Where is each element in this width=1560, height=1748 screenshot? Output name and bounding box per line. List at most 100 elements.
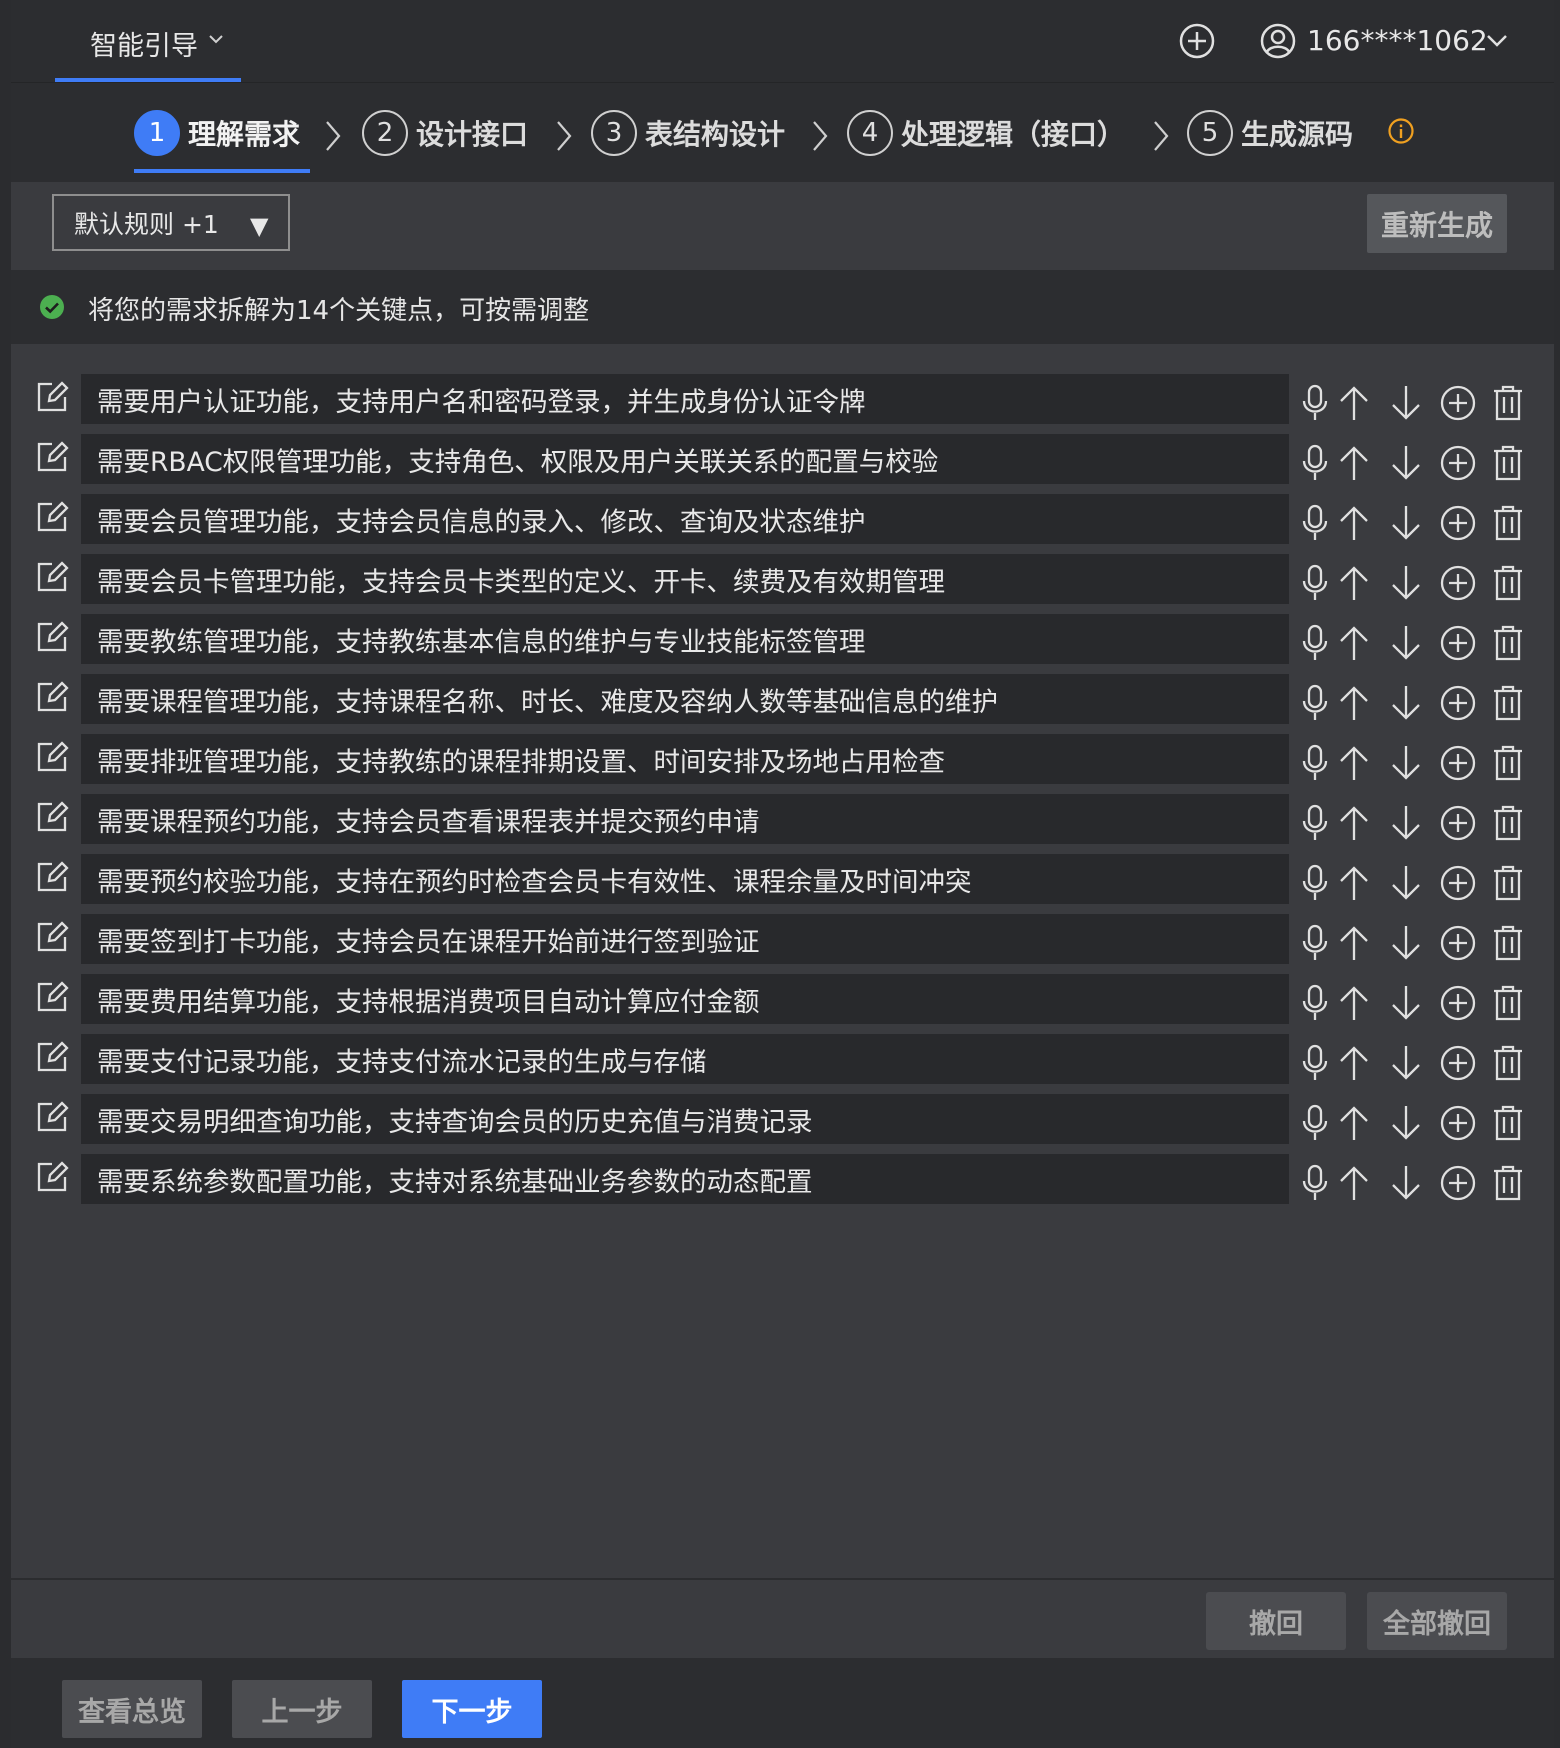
microphone-icon[interactable] bbox=[1300, 1164, 1330, 1206]
next-step-button[interactable]: 下一步 bbox=[402, 1680, 542, 1738]
add-circle-icon[interactable] bbox=[1439, 1044, 1477, 1086]
microphone-icon[interactable] bbox=[1300, 684, 1330, 726]
trash-icon[interactable] bbox=[1492, 864, 1524, 906]
microphone-icon[interactable] bbox=[1300, 804, 1330, 846]
requirement-text-box[interactable]: 需要RBAC权限管理功能，支持角色、权限及用户关联关系的配置与校验 bbox=[81, 434, 1289, 484]
requirement-text-box[interactable]: 需要会员管理功能，支持会员信息的录入、修改、查询及状态维护 bbox=[81, 494, 1289, 544]
step-3[interactable]: 3 表结构设计 bbox=[591, 105, 785, 161]
arrow-up-icon[interactable] bbox=[1336, 984, 1372, 1026]
regenerate-button[interactable]: 重新生成 bbox=[1367, 194, 1507, 253]
add-circle-icon[interactable] bbox=[1439, 804, 1477, 846]
add-circle-icon[interactable] bbox=[1439, 1164, 1477, 1206]
arrow-down-icon[interactable] bbox=[1388, 684, 1424, 726]
arrow-down-icon[interactable] bbox=[1388, 1104, 1424, 1146]
add-circle-icon[interactable] bbox=[1439, 444, 1477, 486]
trash-icon[interactable] bbox=[1492, 984, 1524, 1026]
microphone-icon[interactable] bbox=[1300, 864, 1330, 906]
requirement-text-box[interactable]: 需要排班管理功能，支持教练的课程排期设置、时间安排及场地占用检查 bbox=[81, 734, 1289, 784]
arrow-down-icon[interactable] bbox=[1388, 564, 1424, 606]
add-circle-icon[interactable] bbox=[1439, 744, 1477, 786]
trash-icon[interactable] bbox=[1492, 1164, 1524, 1206]
edit-icon[interactable] bbox=[35, 920, 69, 958]
arrow-up-icon[interactable] bbox=[1336, 564, 1372, 606]
requirement-text-box[interactable]: 需要教练管理功能，支持教练基本信息的维护与专业技能标签管理 bbox=[81, 614, 1289, 664]
edit-icon[interactable] bbox=[35, 500, 69, 538]
edit-icon[interactable] bbox=[35, 620, 69, 658]
arrow-up-icon[interactable] bbox=[1336, 864, 1372, 906]
arrow-down-icon[interactable] bbox=[1388, 864, 1424, 906]
undo-button[interactable]: 撤回 bbox=[1206, 1592, 1346, 1650]
trash-icon[interactable] bbox=[1492, 384, 1524, 426]
microphone-icon[interactable] bbox=[1300, 744, 1330, 786]
arrow-down-icon[interactable] bbox=[1388, 984, 1424, 1026]
user-name[interactable]: 166****1062 bbox=[1307, 24, 1488, 57]
add-circle-icon[interactable] bbox=[1439, 864, 1477, 906]
edit-icon[interactable] bbox=[35, 1160, 69, 1198]
requirement-text-box[interactable]: 需要签到打卡功能，支持会员在课程开始前进行签到验证 bbox=[81, 914, 1289, 964]
arrow-up-icon[interactable] bbox=[1336, 624, 1372, 666]
rule-select[interactable]: 默认规则 +1 ▼ bbox=[52, 194, 290, 251]
microphone-icon[interactable] bbox=[1300, 564, 1330, 606]
step-1[interactable]: 1 理解需求 bbox=[134, 105, 300, 161]
add-circle-icon[interactable] bbox=[1439, 564, 1477, 606]
arrow-up-icon[interactable] bbox=[1336, 384, 1372, 426]
arrow-up-icon[interactable] bbox=[1336, 1104, 1372, 1146]
requirement-text-box[interactable]: 需要课程预约功能，支持会员查看课程表并提交预约申请 bbox=[81, 794, 1289, 844]
edit-icon[interactable] bbox=[35, 680, 69, 718]
edit-icon[interactable] bbox=[35, 740, 69, 778]
add-circle-icon[interactable] bbox=[1439, 624, 1477, 666]
prev-step-button[interactable]: 上一步 bbox=[232, 1680, 372, 1738]
arrow-up-icon[interactable] bbox=[1336, 804, 1372, 846]
edit-icon[interactable] bbox=[35, 1100, 69, 1138]
requirement-text-box[interactable]: 需要系统参数配置功能，支持对系统基础业务参数的动态配置 bbox=[81, 1154, 1289, 1204]
trash-icon[interactable] bbox=[1492, 744, 1524, 786]
trash-icon[interactable] bbox=[1492, 444, 1524, 486]
edit-icon[interactable] bbox=[35, 380, 69, 418]
edit-icon[interactable] bbox=[35, 800, 69, 838]
arrow-down-icon[interactable] bbox=[1388, 924, 1424, 966]
microphone-icon[interactable] bbox=[1300, 444, 1330, 486]
trash-icon[interactable] bbox=[1492, 1104, 1524, 1146]
trash-icon[interactable] bbox=[1492, 684, 1524, 726]
edit-icon[interactable] bbox=[35, 1040, 69, 1078]
trash-icon[interactable] bbox=[1492, 504, 1524, 546]
edit-icon[interactable] bbox=[35, 440, 69, 478]
trash-icon[interactable] bbox=[1492, 924, 1524, 966]
requirement-text-box[interactable]: 需要会员卡管理功能，支持会员卡类型的定义、开卡、续费及有效期管理 bbox=[81, 554, 1289, 604]
chevron-down-icon[interactable] bbox=[1484, 28, 1510, 54]
arrow-down-icon[interactable] bbox=[1388, 444, 1424, 486]
microphone-icon[interactable] bbox=[1300, 1104, 1330, 1146]
trash-icon[interactable] bbox=[1492, 624, 1524, 666]
requirement-text-box[interactable]: 需要交易明细查询功能，支持查询会员的历史充值与消费记录 bbox=[81, 1094, 1289, 1144]
edit-icon[interactable] bbox=[35, 560, 69, 598]
requirement-text-box[interactable]: 需要预约校验功能，支持在预约时检查会员卡有效性、课程余量及时间冲突 bbox=[81, 854, 1289, 904]
microphone-icon[interactable] bbox=[1300, 984, 1330, 1026]
add-circle-icon[interactable] bbox=[1439, 504, 1477, 546]
microphone-icon[interactable] bbox=[1300, 384, 1330, 426]
add-circle-icon[interactable] bbox=[1439, 924, 1477, 966]
arrow-up-icon[interactable] bbox=[1336, 444, 1372, 486]
trash-icon[interactable] bbox=[1492, 804, 1524, 846]
arrow-up-icon[interactable] bbox=[1336, 924, 1372, 966]
microphone-icon[interactable] bbox=[1300, 924, 1330, 966]
arrow-up-icon[interactable] bbox=[1336, 504, 1372, 546]
step-5[interactable]: 5 生成源码 bbox=[1187, 105, 1353, 161]
app-tab-smart-guide[interactable]: 智能引导 bbox=[55, 0, 241, 82]
add-circle-icon[interactable] bbox=[1439, 384, 1477, 426]
edit-icon[interactable] bbox=[35, 860, 69, 898]
add-circle-icon[interactable] bbox=[1439, 984, 1477, 1026]
microphone-icon[interactable] bbox=[1300, 1044, 1330, 1086]
edit-icon[interactable] bbox=[35, 980, 69, 1018]
arrow-up-icon[interactable] bbox=[1336, 744, 1372, 786]
arrow-down-icon[interactable] bbox=[1388, 624, 1424, 666]
arrow-up-icon[interactable] bbox=[1336, 684, 1372, 726]
add-circle-icon[interactable] bbox=[1178, 22, 1216, 60]
arrow-down-icon[interactable] bbox=[1388, 384, 1424, 426]
arrow-down-icon[interactable] bbox=[1388, 504, 1424, 546]
overview-button[interactable]: 查看总览 bbox=[62, 1680, 202, 1738]
step-2[interactable]: 2 设计接口 bbox=[362, 105, 528, 161]
trash-icon[interactable] bbox=[1492, 1044, 1524, 1086]
info-icon[interactable] bbox=[1387, 117, 1415, 145]
arrow-down-icon[interactable] bbox=[1388, 804, 1424, 846]
add-circle-icon[interactable] bbox=[1439, 1104, 1477, 1146]
